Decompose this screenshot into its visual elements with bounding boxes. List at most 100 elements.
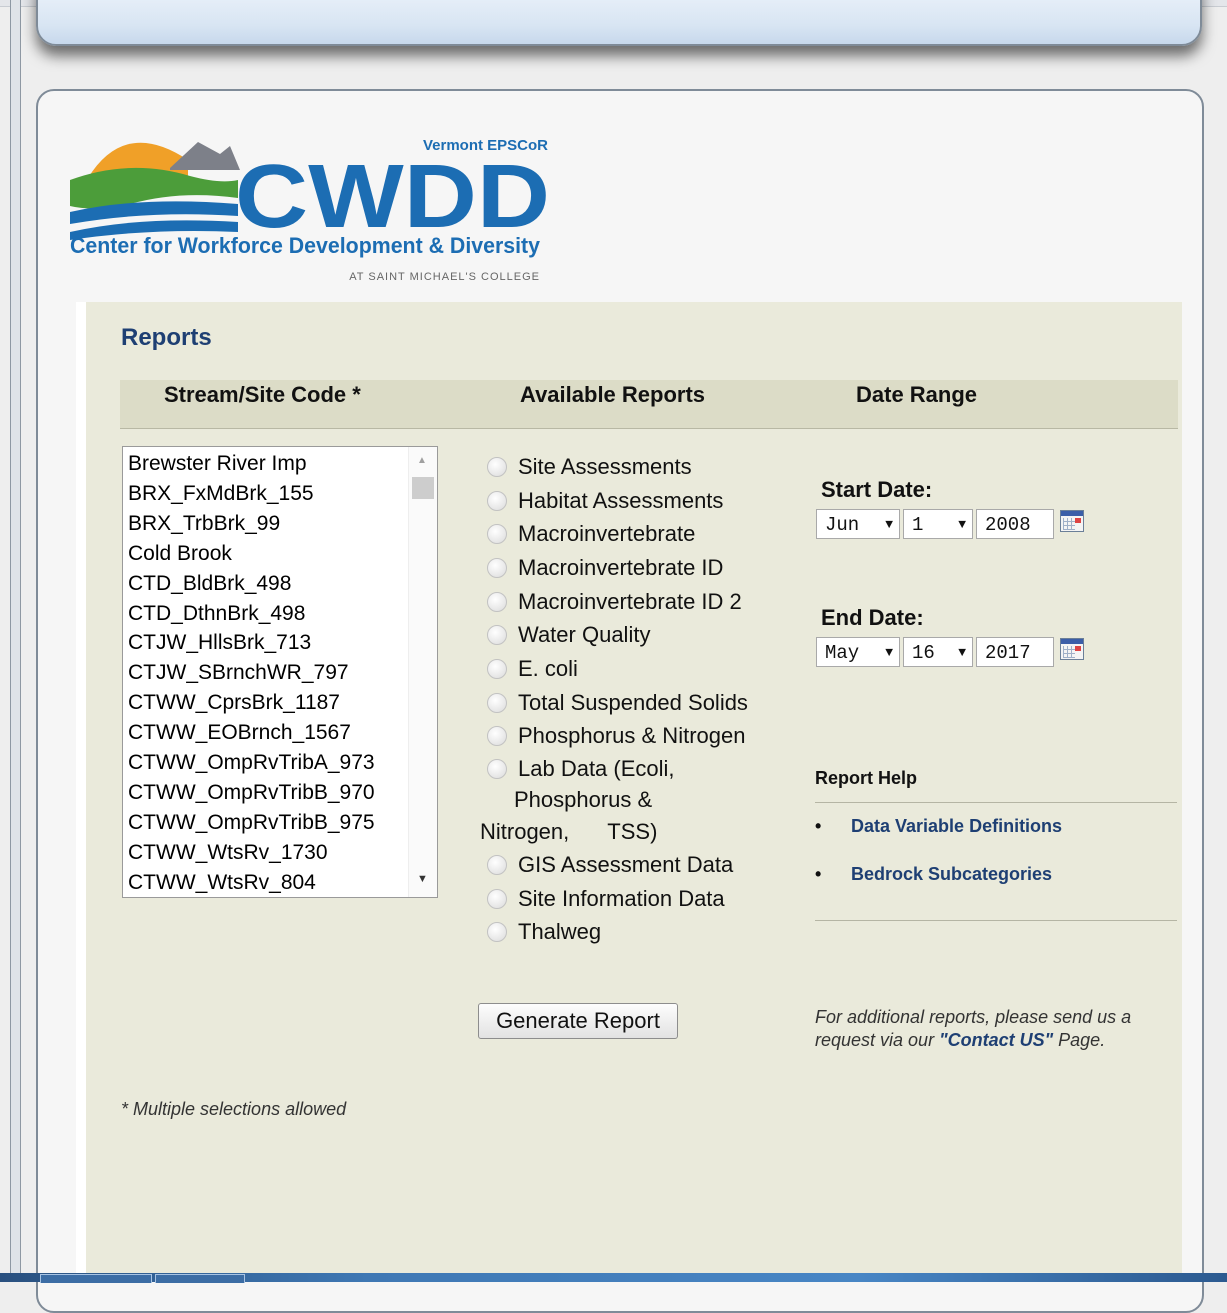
site-option[interactable]: CTD_BldBrk_498 bbox=[128, 569, 437, 599]
report-option[interactable]: Macroinvertebrate ID bbox=[480, 551, 790, 585]
report-option-label: Macroinvertebrate ID bbox=[518, 554, 724, 580]
chevron-down-icon: ▼ bbox=[885, 645, 893, 660]
scroll-up-arrow-icon[interactable]: ▲ bbox=[417, 455, 427, 466]
radio-button[interactable] bbox=[487, 490, 507, 511]
listbox-scrollbar[interactable]: ▲ ▼ bbox=[408, 447, 437, 897]
report-option[interactable]: Water Quality bbox=[480, 618, 790, 652]
radio-button[interactable] bbox=[487, 855, 507, 876]
cwdd-logo: Vermont EPSCoR CWDD Center for Workforce… bbox=[70, 137, 550, 283]
end-year-input[interactable]: 2017 bbox=[976, 637, 1054, 667]
report-option[interactable]: Site Information Data bbox=[480, 882, 790, 916]
site-option[interactable]: Brewster River Imp bbox=[128, 449, 437, 479]
report-option[interactable]: Phosphorus & Nitrogen bbox=[480, 720, 790, 754]
site-option[interactable]: CTD_DthnBrk_498 bbox=[128, 599, 437, 629]
data-variable-definitions-link[interactable]: Data Variable Definitions bbox=[851, 816, 1062, 836]
site-option[interactable]: CTJW_HllsBrk_713 bbox=[128, 628, 437, 658]
help-divider-top bbox=[815, 802, 1177, 803]
report-option-label: Phosphorus & Nitrogen bbox=[518, 723, 746, 749]
radio-button[interactable] bbox=[487, 591, 507, 612]
site-option[interactable]: BRX_TrbBrk_99 bbox=[128, 509, 437, 539]
lab-data-label-tss: TSS) bbox=[607, 819, 658, 845]
help-link-row: • Bedrock Subcategories bbox=[815, 864, 1052, 885]
start-year-input[interactable]: 2008 bbox=[976, 509, 1054, 539]
radio-button[interactable] bbox=[487, 658, 507, 679]
radio-button[interactable] bbox=[487, 557, 507, 578]
report-option[interactable]: Macroinvertebrate ID 2 bbox=[480, 585, 790, 619]
contact-us-link[interactable]: "Contact US" bbox=[939, 1030, 1053, 1050]
start-calendar-icon[interactable] bbox=[1060, 510, 1084, 532]
site-code-listbox[interactable]: Brewster River Imp BRX_FxMdBrk_155 BRX_T… bbox=[122, 446, 438, 898]
header-date-range: Date Range bbox=[856, 382, 978, 407]
bullet-icon: • bbox=[815, 816, 822, 836]
start-day-select[interactable]: 1 ▼ bbox=[903, 509, 973, 539]
content-left-edge bbox=[76, 302, 86, 1282]
site-option[interactable]: CTWW_OmpRvTribB_975 bbox=[128, 808, 437, 838]
site-option[interactable]: Cold Brook bbox=[128, 539, 437, 569]
generate-report-button[interactable]: Generate Report bbox=[478, 1003, 678, 1039]
report-option[interactable]: Site Assessments bbox=[480, 450, 790, 484]
site-option[interactable]: CTWW_CprsBrk_1187 bbox=[128, 688, 437, 718]
help-divider-bottom bbox=[815, 920, 1177, 921]
bedrock-subcategories-link[interactable]: Bedrock Subcategories bbox=[851, 864, 1052, 884]
report-option-label: Thalweg bbox=[518, 919, 602, 945]
logo-subline: AT SAINT MICHAEL'S COLLEGE bbox=[349, 271, 540, 283]
site-option[interactable]: CTWW_OmpRvTribB_970 bbox=[128, 778, 437, 808]
scrollbar-thumb[interactable] bbox=[412, 477, 434, 499]
site-option[interactable]: CTWW_WtsRv_1730 bbox=[128, 838, 437, 868]
report-option-label: Site Assessments bbox=[518, 453, 692, 479]
header-available-reports: Available Reports bbox=[520, 382, 706, 407]
chevron-down-icon: ▼ bbox=[885, 517, 893, 532]
radio-button[interactable] bbox=[487, 758, 507, 779]
site-option[interactable]: CTJW_SBrnchWR_797 bbox=[128, 658, 437, 688]
report-option-label: GIS Assessment Data bbox=[518, 852, 734, 878]
report-option[interactable]: Total Suspended Solids bbox=[480, 686, 790, 720]
radio-button[interactable] bbox=[487, 922, 507, 943]
report-option[interactable]: GIS Assessment Data bbox=[480, 848, 790, 882]
report-option-label: E. coli bbox=[518, 655, 578, 681]
multiple-selection-footnote: * Multiple selections allowed bbox=[121, 1099, 347, 1119]
report-help-title: Report Help bbox=[815, 768, 918, 788]
window-left-frame bbox=[10, 0, 21, 1282]
radio-button[interactable] bbox=[487, 692, 507, 713]
end-calendar-icon[interactable] bbox=[1060, 638, 1084, 660]
report-option-lab-data[interactable]: Lab Data (Ecoli, Phosphorus & Nitrogen, T… bbox=[480, 753, 790, 848]
lab-data-label-line1: Lab Data (Ecoli, bbox=[518, 756, 675, 782]
site-option[interactable]: CTWW_EOBrnch_1567 bbox=[128, 718, 437, 748]
report-option[interactable]: E. coli bbox=[480, 652, 790, 686]
report-type-radio-group: Site Assessments Habitat Assessments Mac… bbox=[480, 450, 790, 949]
site-option[interactable]: CTWW_WtsRv_804 bbox=[128, 868, 437, 897]
report-option[interactable]: Habitat Assessments bbox=[480, 484, 790, 518]
radio-button[interactable] bbox=[487, 625, 507, 646]
report-option-label: Macroinvertebrate bbox=[518, 521, 696, 547]
radio-button[interactable] bbox=[487, 888, 507, 909]
start-month-value: Jun bbox=[825, 514, 860, 536]
site-option[interactable]: BRX_FxMdBrk_155 bbox=[128, 479, 437, 509]
site-option[interactable]: CTWW_OmpRvTribA_973 bbox=[128, 748, 437, 778]
radio-button[interactable] bbox=[487, 524, 507, 545]
report-option[interactable]: Thalweg bbox=[480, 916, 790, 950]
note-text-end: Page. bbox=[1053, 1030, 1106, 1050]
end-month-select[interactable]: May ▼ bbox=[816, 637, 900, 667]
site-code-list: Brewster River Imp BRX_FxMdBrk_155 BRX_T… bbox=[123, 447, 437, 897]
report-option-label: Water Quality bbox=[518, 622, 651, 648]
scroll-down-arrow-icon[interactable]: ▼ bbox=[417, 873, 428, 885]
end-month-value: May bbox=[825, 642, 860, 664]
report-option[interactable]: Macroinvertebrate bbox=[480, 517, 790, 551]
radio-button[interactable] bbox=[487, 726, 507, 747]
end-year-value: 2017 bbox=[985, 642, 1031, 664]
end-day-select[interactable]: 16 ▼ bbox=[903, 637, 973, 667]
header-banner bbox=[36, 0, 1202, 46]
bullet-icon: • bbox=[815, 864, 822, 884]
header-site-code: Stream/Site Code * bbox=[164, 382, 361, 407]
chevron-down-icon: ▼ bbox=[958, 645, 966, 660]
start-date-label: Start Date: bbox=[821, 477, 933, 502]
report-option-label: Total Suspended Solids bbox=[518, 689, 748, 715]
start-month-select[interactable]: Jun ▼ bbox=[816, 509, 900, 539]
report-option-label: Site Information Data bbox=[518, 885, 725, 911]
start-day-value: 1 bbox=[912, 514, 924, 536]
lab-data-label-line2: Phosphorus & bbox=[514, 787, 653, 813]
radio-button[interactable] bbox=[487, 456, 507, 477]
end-date-label: End Date: bbox=[821, 605, 924, 630]
additional-reports-note: For additional reports, please send us a… bbox=[815, 1006, 1175, 1052]
logo-full-name: Center for Workforce Development & Diver… bbox=[70, 233, 541, 258]
